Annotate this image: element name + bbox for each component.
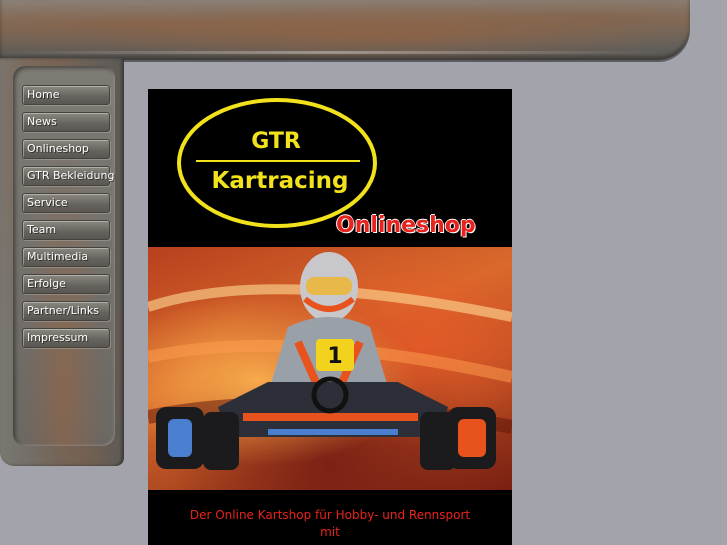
onlineshop-poster[interactable]: GTR Kartracing Onlineshop 1 Der Online K… xyxy=(148,89,512,545)
header-banner xyxy=(0,0,690,60)
nav-item-news[interactable]: News xyxy=(22,112,110,132)
nav-item-multimedia[interactable]: Multimedia xyxy=(22,247,110,267)
nav-item-gtr-bekleidung[interactable]: GTR Bekleidung xyxy=(22,166,114,186)
kart-number: 1 xyxy=(327,344,342,369)
gtr-logo: GTR Kartracing Onlineshop xyxy=(148,89,512,247)
main-navigation: Home News Onlineshop GTR Bekleidung Serv… xyxy=(22,85,114,348)
nav-item-partner-links[interactable]: Partner/Links xyxy=(22,301,110,321)
nav-item-service[interactable]: Service xyxy=(22,193,110,213)
nav-item-onlineshop[interactable]: Onlineshop xyxy=(22,139,110,159)
nav-item-team[interactable]: Team xyxy=(22,220,110,240)
kart-driver-photo: 1 xyxy=(148,247,512,490)
nav-item-erfolge[interactable]: Erfolge xyxy=(22,274,110,294)
nav-item-impressum[interactable]: Impressum xyxy=(22,328,110,348)
kart-illustration: 1 xyxy=(148,252,512,470)
tagline-line-2: mit xyxy=(320,525,340,539)
nav-item-home[interactable]: Home xyxy=(22,85,110,105)
logo-kartracing-text: Kartracing xyxy=(211,168,349,194)
logo-gtr-text: GTR xyxy=(251,129,301,154)
tagline-line-1: Der Online Kartshop für Hobby- und Renns… xyxy=(189,508,471,522)
shop-tagline: Der Online Kartshop für Hobby- und Renns… xyxy=(148,507,512,541)
header-shine xyxy=(0,51,660,54)
logo-onlineshop-text: Onlineshop xyxy=(336,213,476,238)
